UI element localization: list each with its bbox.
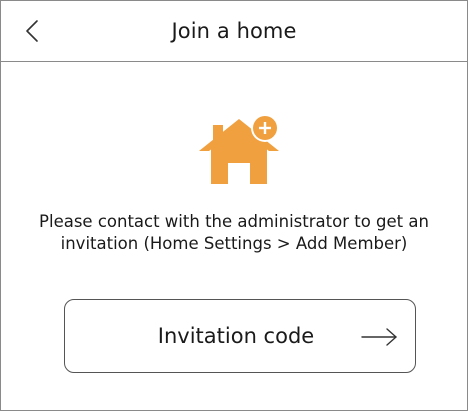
page-title: Join a home: [171, 19, 297, 43]
header-bar: Join a home: [1, 1, 467, 62]
invitation-code-button[interactable]: Invitation code: [64, 299, 416, 373]
chevron-left-icon: [26, 20, 38, 42]
back-button[interactable]: [15, 14, 49, 48]
join-home-screen: Join a home Please contact with the admi…: [0, 0, 468, 411]
arrow-right-icon: [361, 328, 397, 346]
invitation-code-label: Invitation code: [157, 324, 315, 348]
instruction-text: Please contact with the administrator to…: [1, 211, 467, 255]
instruction-line-1: Please contact with the administrator to…: [39, 212, 429, 231]
home-add-icon: [199, 114, 279, 184]
instruction-line-2: invitation (Home Settings > Add Member): [60, 234, 408, 253]
